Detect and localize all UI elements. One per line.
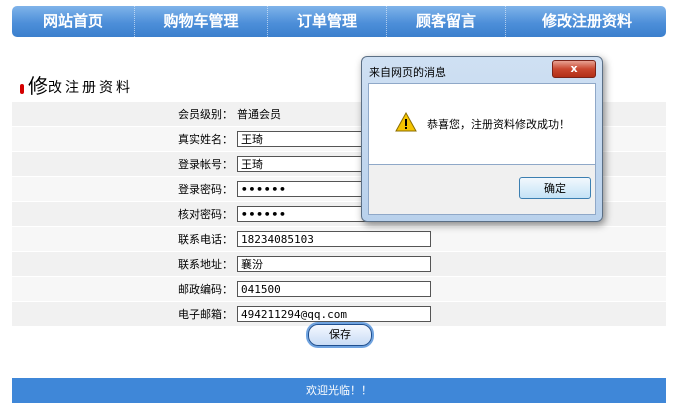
email-label: 电子邮箱： xyxy=(178,308,233,321)
top-nav: 网站首页 购物车管理 订单管理 顾客留言 修改注册资料 xyxy=(12,6,666,37)
dialog-footer: 确定 xyxy=(368,165,596,215)
nav-item-edit-profile[interactable]: 修改注册资料 xyxy=(506,6,668,37)
level-value: 普通会员 xyxy=(237,108,281,121)
nav-item-orders[interactable]: 订单管理 xyxy=(268,6,387,37)
warning-icon xyxy=(395,112,417,132)
dialog-close-button[interactable]: x xyxy=(552,60,596,78)
phone-input[interactable]: 18234085103 xyxy=(237,231,431,247)
page-title-rest: 改注册资料 xyxy=(48,80,133,96)
zip-input[interactable]: 041500 xyxy=(237,281,431,297)
footer-welcome: 欢迎光临！！ xyxy=(12,378,666,403)
account-label: 登录帐号： xyxy=(178,158,233,171)
nav-item-cart[interactable]: 购物车管理 xyxy=(135,6,268,37)
address-label: 联系地址： xyxy=(178,258,233,271)
form-row-zip: 邮政编码： 041500 xyxy=(12,277,666,302)
ok-button[interactable]: 确定 xyxy=(519,177,591,199)
level-label: 会员级别： xyxy=(178,108,233,121)
dialog-message: 恭喜您，注册资料修改成功！ xyxy=(427,118,570,131)
dialog-body: 恭喜您，注册资料修改成功！ xyxy=(368,83,596,165)
alert-dialog: 来自网页的消息 x 恭喜您，注册资料修改成功！ 确定 xyxy=(361,56,603,222)
phone-label: 联系电话： xyxy=(178,233,233,246)
title-bullet xyxy=(20,84,24,94)
form-row-address: 联系地址： 襄汾 xyxy=(12,252,666,277)
confirm-password-label: 核对密码： xyxy=(178,208,233,221)
zip-label: 邮政编码： xyxy=(178,283,233,296)
real-name-label: 真实姓名： xyxy=(178,133,233,146)
save-button[interactable]: 保存 xyxy=(308,324,372,346)
nav-item-home[interactable]: 网站首页 xyxy=(12,6,135,37)
page-title: 修 改注册资料 xyxy=(20,72,133,98)
email-input[interactable]: 494211294@qq.com xyxy=(237,306,431,322)
nav-item-messages[interactable]: 顾客留言 xyxy=(387,6,506,37)
form-row-phone: 联系电话： 18234085103 xyxy=(12,227,666,252)
password-label: 登录密码： xyxy=(178,183,233,196)
page-title-first-char: 修 xyxy=(28,74,48,98)
dialog-title: 来自网页的消息 xyxy=(369,66,446,79)
address-input[interactable]: 襄汾 xyxy=(237,256,431,272)
